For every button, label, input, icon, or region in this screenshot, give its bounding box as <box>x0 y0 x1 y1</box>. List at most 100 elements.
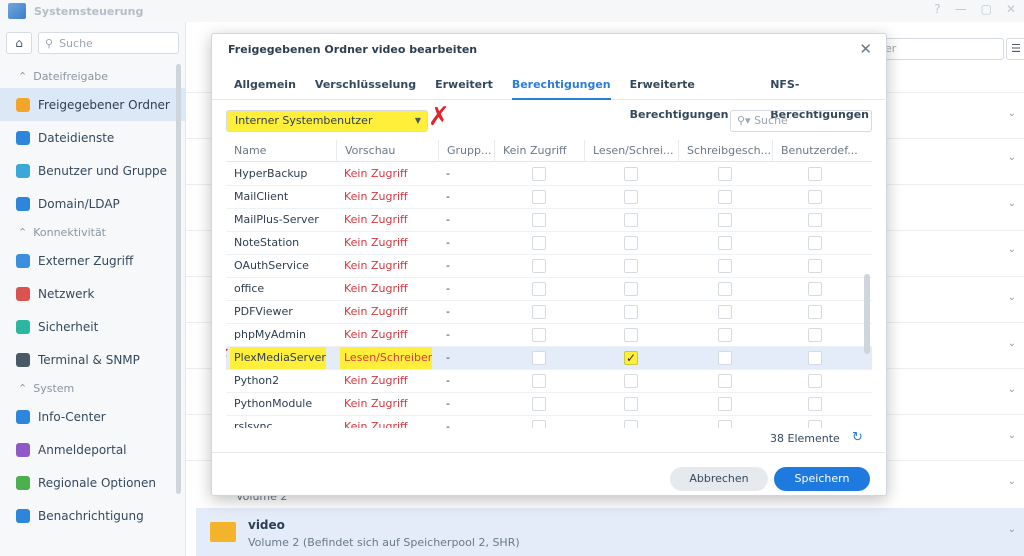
read-only-checkbox[interactable] <box>718 213 732 227</box>
read-write-checkbox[interactable] <box>624 259 638 273</box>
custom-checkbox[interactable] <box>808 420 822 428</box>
tab-allgemein[interactable]: Allgemein <box>234 70 296 100</box>
save-button[interactable]: Speichern <box>774 467 870 491</box>
sidebar-item-terminal-snmp[interactable]: Terminal & SNMP <box>0 343 185 376</box>
sidebar-section-header[interactable]: ⌃ System <box>0 376 185 400</box>
table-row[interactable]: office Kein Zugriff - <box>226 278 872 301</box>
read-only-checkbox[interactable] <box>718 420 732 428</box>
list-view-menu-button[interactable]: ☰ <box>1006 38 1024 60</box>
close-icon[interactable]: ✕ <box>859 40 872 58</box>
column-header[interactable]: Schreibgesch... <box>678 140 772 162</box>
no-access-checkbox[interactable] <box>532 236 546 250</box>
custom-checkbox[interactable] <box>808 190 822 204</box>
tab-berechtigungen[interactable]: Berechtigungen <box>511 70 611 100</box>
read-write-checkbox[interactable] <box>624 190 638 204</box>
read-write-checkbox[interactable] <box>624 305 638 319</box>
table-row[interactable]: phpMyAdmin Kein Zugriff - <box>226 324 872 347</box>
read-write-checkbox[interactable] <box>624 236 638 250</box>
read-only-checkbox[interactable] <box>718 282 732 296</box>
shared-folder-row-video[interactable]: video Volume 2 (Befindet sich auf Speich… <box>196 508 1024 556</box>
custom-checkbox[interactable] <box>808 282 822 296</box>
read-only-checkbox[interactable] <box>718 397 732 411</box>
read-write-checkbox[interactable] <box>624 167 638 181</box>
sidebar-item-netzwerk[interactable]: Netzwerk <box>0 277 185 310</box>
table-row[interactable]: MailPlus-Server Kein Zugriff - <box>226 209 872 232</box>
custom-checkbox[interactable] <box>808 259 822 273</box>
table-row[interactable]: PythonModule Kein Zugriff - <box>226 393 872 416</box>
read-write-checkbox[interactable] <box>624 397 638 411</box>
chevron-down-icon[interactable]: ⌄ <box>1008 384 1016 395</box>
table-scrollbar[interactable] <box>864 274 870 354</box>
read-only-checkbox[interactable] <box>718 236 732 250</box>
table-row[interactable]: HyperBackup Kein Zugriff - <box>226 163 872 186</box>
sidebar-item-anmeldeportal[interactable]: Anmeldeportal <box>0 433 185 466</box>
table-row[interactable]: PlexMediaServer✗ Lesen/Schreiben - ✓ <box>226 347 872 370</box>
custom-checkbox[interactable] <box>808 213 822 227</box>
read-only-checkbox[interactable] <box>718 190 732 204</box>
table-row[interactable]: NoteStation Kein Zugriff - <box>226 232 872 255</box>
column-header[interactable]: Kein Zugriff <box>494 140 584 162</box>
table-row[interactable]: Python2 Kein Zugriff - <box>226 370 872 393</box>
read-write-checkbox[interactable] <box>624 213 638 227</box>
custom-checkbox[interactable] <box>808 328 822 342</box>
dialog-search-input[interactable]: ⚲▾ Suche <box>730 110 872 132</box>
read-only-checkbox[interactable] <box>718 328 732 342</box>
no-access-checkbox[interactable] <box>532 190 546 204</box>
tab-erweitert[interactable]: Erweitert <box>435 70 493 100</box>
custom-checkbox[interactable] <box>808 374 822 388</box>
sidebar-search-input[interactable]: ⚲ Suche <box>38 32 179 54</box>
sidebar-item-dateidienste[interactable]: Dateidienste <box>0 121 185 154</box>
no-access-checkbox[interactable] <box>532 374 546 388</box>
custom-checkbox[interactable] <box>808 236 822 250</box>
table-row[interactable]: OAuthService Kein Zugriff - <box>226 255 872 278</box>
chevron-down-icon[interactable]: ⌄ <box>1008 338 1016 349</box>
table-row[interactable]: PDFViewer Kein Zugriff - <box>226 301 872 324</box>
no-access-checkbox[interactable] <box>532 282 546 296</box>
refresh-icon[interactable]: ↻ <box>852 430 863 445</box>
sidebar-item-benutzer-und-gruppe[interactable]: Benutzer und Gruppe <box>0 154 185 187</box>
read-only-checkbox[interactable] <box>718 374 732 388</box>
chevron-down-icon[interactable]: ⌄ <box>1008 292 1016 303</box>
read-only-checkbox[interactable] <box>718 167 732 181</box>
sidebar-section-header[interactable]: ⌃ Konnektivität <box>0 220 185 244</box>
custom-checkbox[interactable] <box>808 305 822 319</box>
column-header[interactable]: Benutzerdef... <box>772 140 872 162</box>
read-only-checkbox[interactable] <box>718 259 732 273</box>
no-access-checkbox[interactable] <box>532 351 546 365</box>
sidebar-item-externer-zugriff[interactable]: Externer Zugriff <box>0 244 185 277</box>
no-access-checkbox[interactable] <box>532 420 546 428</box>
sidebar-scrollbar[interactable] <box>176 64 181 494</box>
maximize-icon[interactable]: ▢ <box>981 2 992 16</box>
sidebar-item-benachrichtigung[interactable]: Benachrichtigung <box>0 499 185 532</box>
read-only-checkbox[interactable] <box>718 305 732 319</box>
no-access-checkbox[interactable] <box>532 259 546 273</box>
column-header[interactable]: Name <box>226 140 336 162</box>
no-access-checkbox[interactable] <box>532 305 546 319</box>
user-type-select[interactable]: Interner Systembenutzer ▼ <box>226 110 428 132</box>
sidebar-item-freigegebener-ordner[interactable]: Freigegebener Ordner <box>0 88 185 121</box>
chevron-down-icon[interactable]: ⌄ <box>1008 198 1016 209</box>
custom-checkbox[interactable] <box>808 397 822 411</box>
read-write-checkbox[interactable] <box>624 282 638 296</box>
minimize-icon[interactable]: — <box>955 2 967 16</box>
read-write-checkbox[interactable] <box>624 374 638 388</box>
sidebar-item-info-center[interactable]: Info-Center <box>0 400 185 433</box>
sidebar-section-header[interactable]: ⌃ Dateifreigabe <box>0 64 185 88</box>
sidebar-item-regionale-optionen[interactable]: Regionale Optionen <box>0 466 185 499</box>
chevron-down-icon[interactable]: ⌄ <box>1008 524 1016 535</box>
read-write-checkbox[interactable] <box>624 328 638 342</box>
help-icon[interactable]: ? <box>934 2 940 16</box>
chevron-down-icon[interactable]: ⌄ <box>1008 476 1016 487</box>
no-access-checkbox[interactable] <box>532 397 546 411</box>
chevron-down-icon[interactable]: ⌄ <box>1008 152 1016 163</box>
sidebar-item-sicherheit[interactable]: Sicherheit <box>0 310 185 343</box>
tab-erweiterte-berechtigungen[interactable]: Erweiterte Berechtigungen <box>630 70 752 121</box>
sidebar-item-domain-ldap[interactable]: Domain/LDAP <box>0 187 185 220</box>
column-header[interactable]: Grupp... <box>438 140 494 162</box>
cancel-button[interactable]: Abbrechen <box>670 467 768 491</box>
no-access-checkbox[interactable] <box>532 167 546 181</box>
table-row[interactable]: MailClient Kein Zugriff - <box>226 186 872 209</box>
tab-nfs-berechtigungen[interactable]: NFS-Berechtigungen <box>770 70 869 121</box>
column-header[interactable]: Lesen/Schrei... <box>584 140 678 162</box>
custom-checkbox[interactable] <box>808 351 822 365</box>
